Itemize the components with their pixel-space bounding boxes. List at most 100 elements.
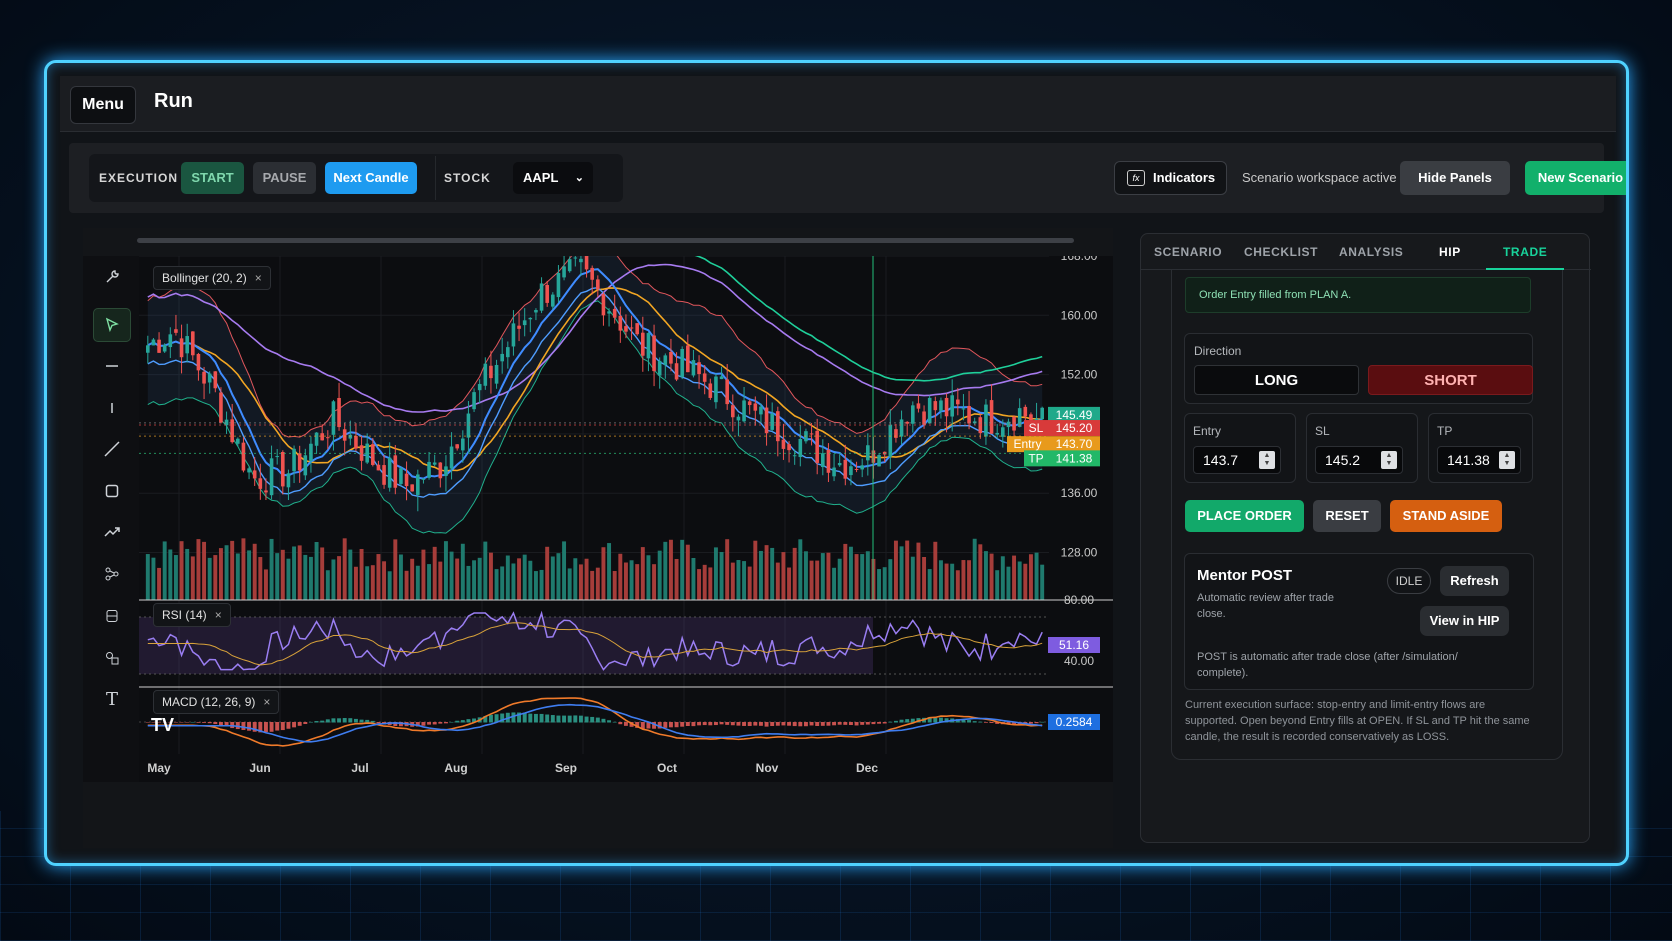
cursor-arrow-icon[interactable] [93,308,131,342]
start-button[interactable]: START [181,162,244,194]
price-chart[interactable]: 168.00 160.00 152.00 136.00 128.00 145.49 145.… [139,256,1113,782]
volume-bar [865,551,870,600]
rsi-value-label: 51.16 [1059,638,1089,652]
stand-aside-button[interactable]: STAND ASIDE [1390,500,1502,532]
trend-arrow-icon[interactable] [93,515,131,549]
tab-scenario[interactable]: SCENARIO [1154,245,1222,259]
volume-bar [185,548,190,600]
stock-label: STOCK [444,171,491,185]
close-icon[interactable]: × [255,271,262,285]
text-tool-icon[interactable]: T [93,683,131,717]
candle-body [702,373,707,382]
pause-button[interactable]: PAUSE [253,162,316,194]
pattern-nodes-icon[interactable] [93,557,131,591]
x-axis-label: Oct [657,761,677,775]
vertical-line-icon[interactable] [93,391,131,425]
macd-legend[interactable]: MACD (12, 26, 9) × [153,690,280,714]
candle-body [432,462,437,465]
macd-histogram-bar [595,717,600,723]
candle-body [927,397,932,424]
x-axis-label: Jun [249,761,270,775]
candle-body [663,355,668,365]
candle-body [236,438,240,444]
candle-body [877,455,881,467]
stepper-icon[interactable]: ▲ ▼ [1259,451,1275,469]
macd-histogram-bar [590,716,595,723]
macd-histogram-bar [466,719,471,723]
entry-input[interactable]: 143.7 ▲ ▼ [1193,446,1281,474]
tab-hip[interactable]: HIP [1439,245,1461,259]
new-scenario-button[interactable]: New Scenario [1525,161,1626,195]
volume-bar [843,543,848,600]
volume-bar [528,560,533,600]
menu-button[interactable]: Menu [70,86,136,124]
reset-button[interactable]: RESET [1313,500,1381,532]
macd-histogram-bar [815,722,820,726]
macd-histogram-bar [888,721,893,723]
short-button[interactable]: SHORT [1368,365,1533,395]
tp-input[interactable]: 141.38 ▲ ▼ [1437,446,1521,474]
candle-body [185,336,189,354]
volume-bar [978,544,983,600]
tab-checklist[interactable]: CHECKLIST [1244,245,1318,259]
macd-histogram-bar [427,722,432,725]
volume-bar [691,557,696,600]
stock-select[interactable]: AAPL ⌄ [513,162,593,194]
long-button[interactable]: LONG [1194,365,1359,395]
candle-body [916,403,921,409]
stepper-icon[interactable]: ▲ ▼ [1381,451,1397,469]
sl-input[interactable]: 145.2 ▲ ▼ [1315,446,1403,474]
wrench-icon[interactable] [93,260,131,294]
macd-histogram-bar [713,722,718,726]
shapes-icon[interactable] [93,641,131,675]
volume-bar [961,560,966,600]
indicators-button[interactable]: fx Indicators [1114,161,1227,195]
price-tick-label: 160.00 [1061,308,1098,322]
macd-histogram-bar [275,722,280,731]
place-order-button[interactable]: PLACE ORDER [1185,500,1304,532]
macd-histogram-bar [832,722,837,726]
macd-histogram-bar [584,716,589,723]
volume-bar [995,570,1000,600]
candle-body [961,408,966,410]
candle-body [579,258,583,263]
candle-body [348,434,353,439]
tab-analysis[interactable]: ANALYSIS [1339,245,1403,259]
horizontal-line-icon[interactable] [93,349,131,383]
refresh-button[interactable]: Refresh [1440,566,1509,596]
execution-toolbar: EXECUTION START PAUSE Next Candle STOCK … [69,143,1626,213]
candle-body [562,266,566,278]
trend-line-icon[interactable] [93,432,131,466]
candle-body [956,399,960,405]
macd-histogram-bar [967,720,972,723]
candle-body [849,466,853,476]
close-icon[interactable]: × [263,695,270,709]
macd-histogram-bar [533,713,538,723]
stepper-icon[interactable]: ▲ ▼ [1499,451,1515,469]
tab-trade[interactable]: TRADE [1503,245,1547,259]
sl-value: 145.2 [1325,452,1361,468]
rsi-legend[interactable]: RSI (14) × [153,603,231,627]
candle-body [843,459,848,479]
candle-body [809,433,814,435]
close-icon[interactable]: × [215,608,222,622]
volume-bar [275,553,280,600]
rsi-band [139,617,873,674]
candle-body [303,455,308,476]
chart-scrollbar[interactable] [137,238,1074,243]
macd-histogram-bar [365,719,370,723]
macd-histogram-bar [550,715,555,723]
view-in-hip-button[interactable]: View in HIP [1420,606,1509,636]
rectangle-icon[interactable] [93,474,131,508]
sl-label: SL [1315,424,1330,438]
volume-bar [809,560,814,600]
macd-histogram-bar [871,722,876,725]
candle-body [888,424,893,457]
bollinger-legend[interactable]: Bollinger (20, 2) × [153,266,271,290]
layers-icon[interactable] [93,599,131,633]
hide-panels-button[interactable]: Hide Panels [1400,161,1510,195]
price-tick-label: 128.00 [1061,546,1098,560]
macd-histogram-bar [185,722,190,723]
macd-histogram-bar [342,718,347,723]
next-candle-button[interactable]: Next Candle [325,162,417,194]
